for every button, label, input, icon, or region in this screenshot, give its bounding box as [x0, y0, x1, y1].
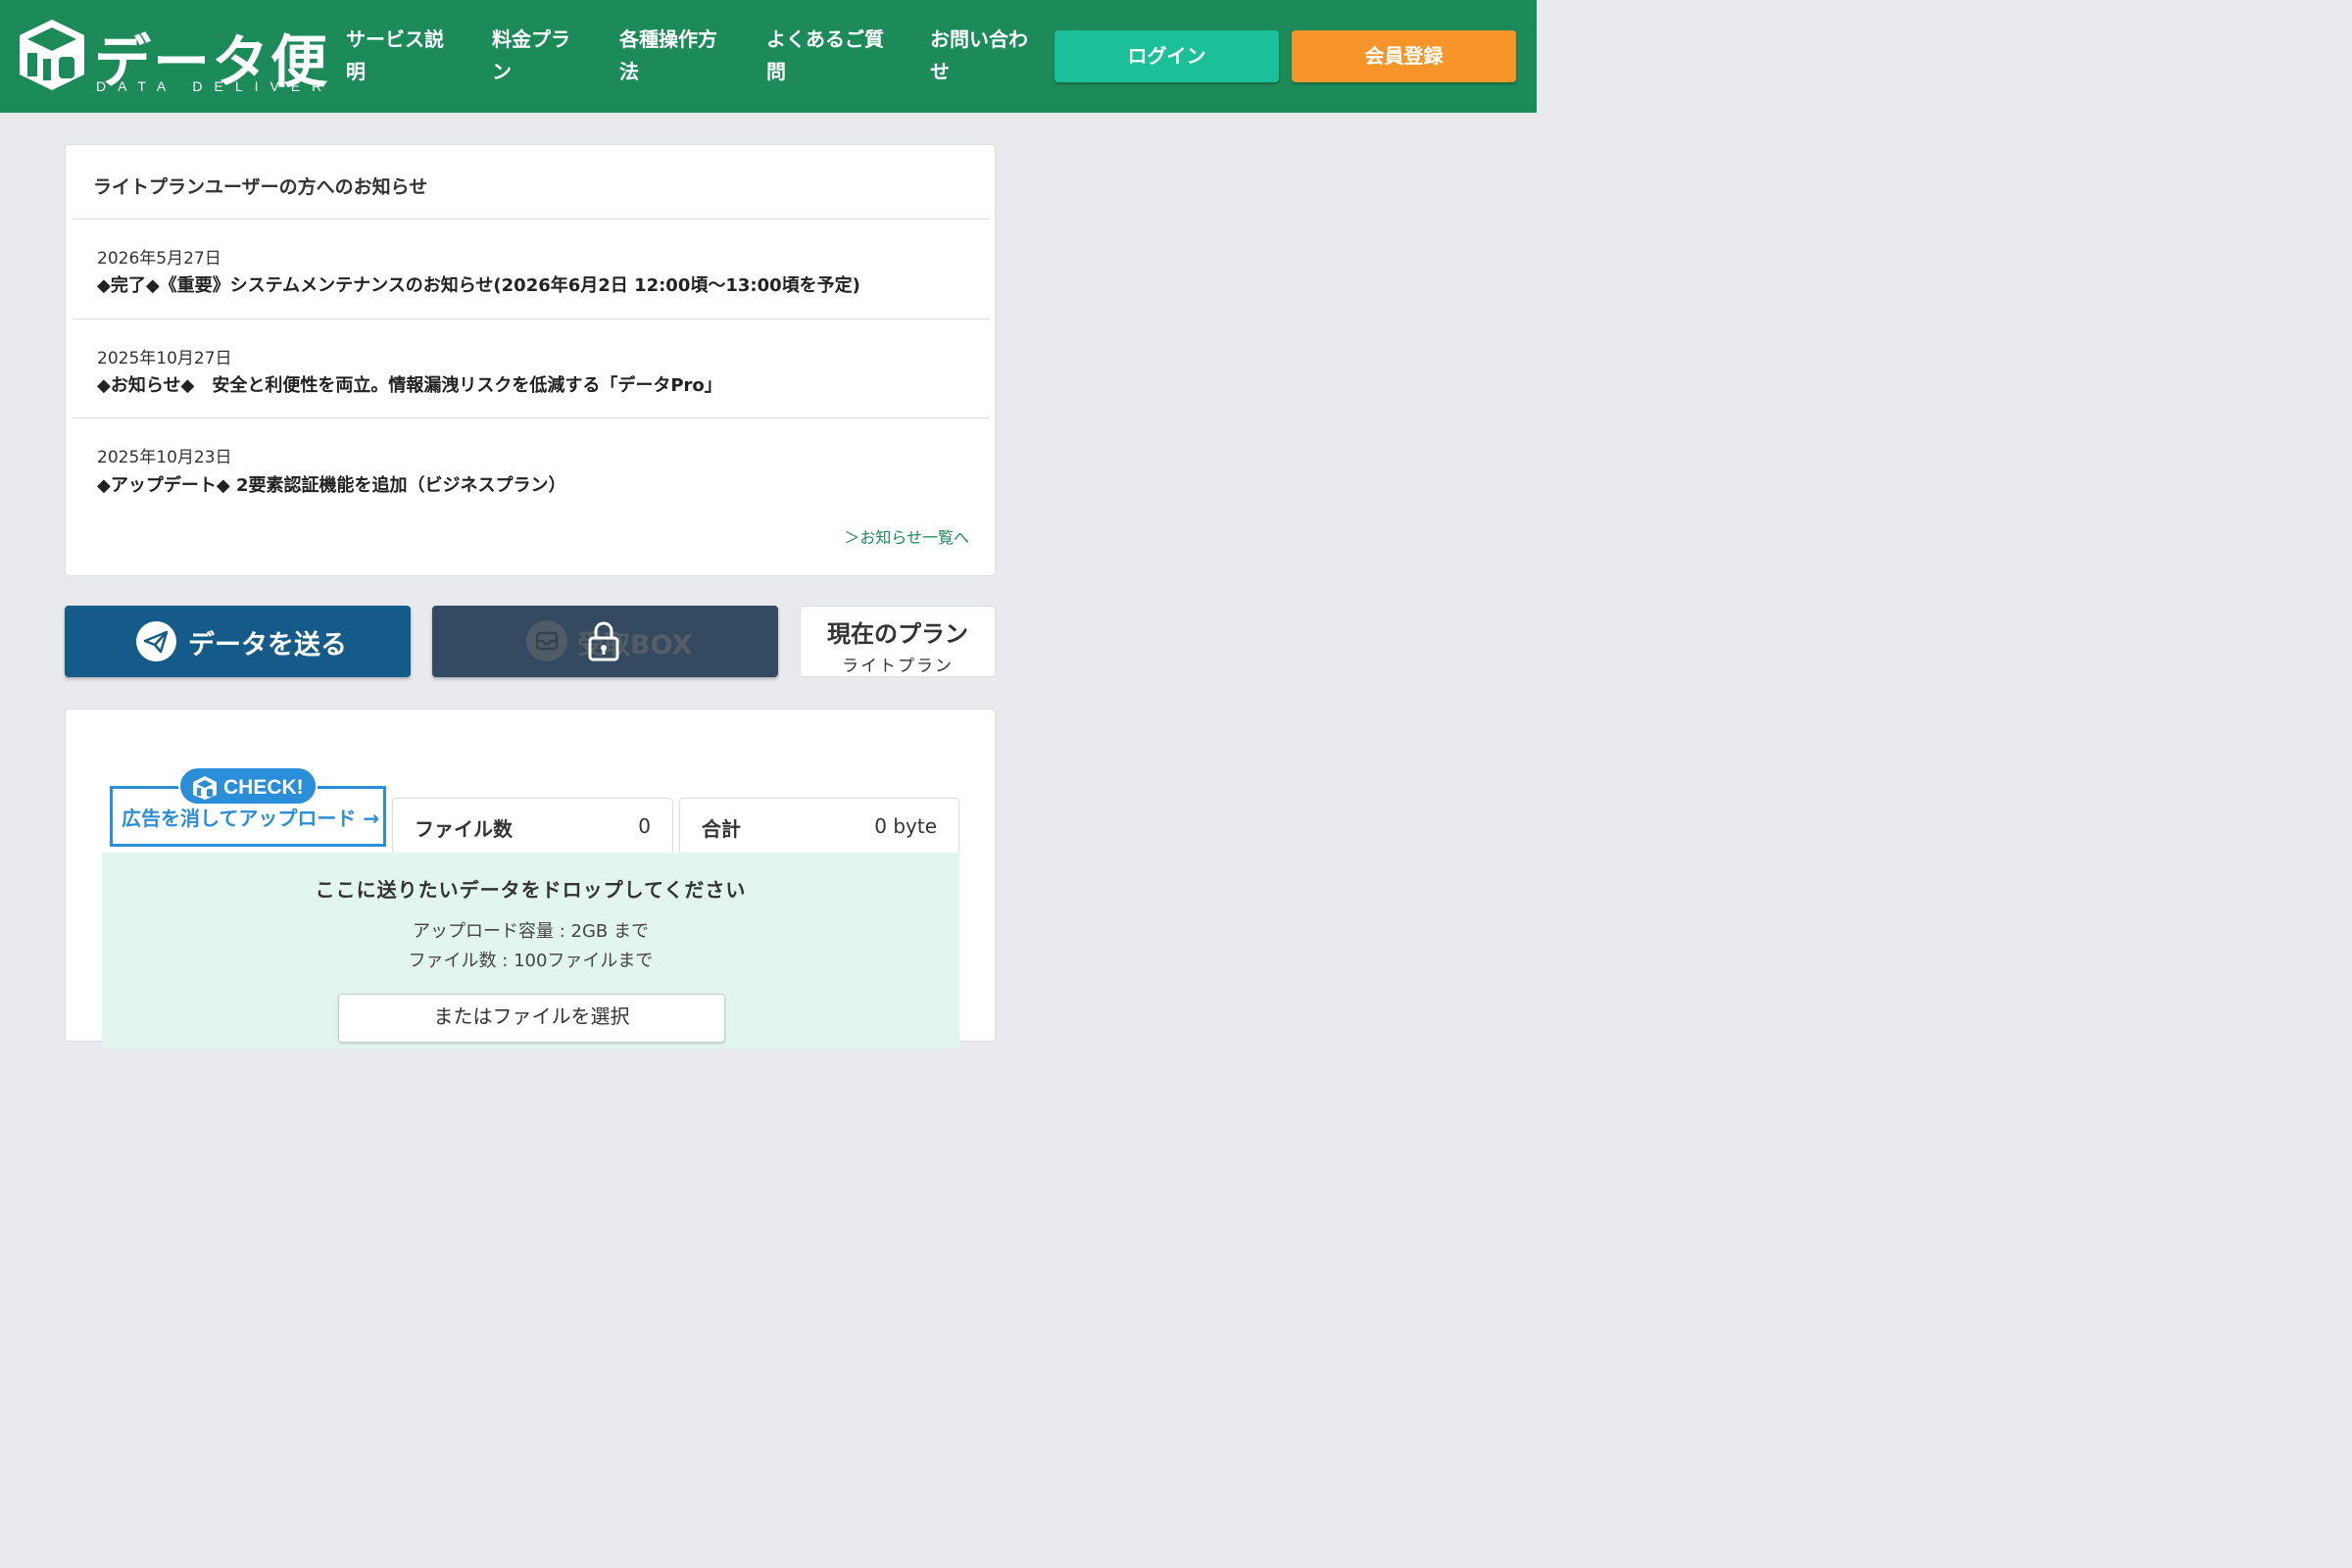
total-size-box: 合計 0 byte — [679, 798, 959, 857]
box-logo-icon — [20, 20, 84, 90]
upload-card: 広告を消してアップロード → CHECK! ファイル数 0 合計 0 byte … — [65, 709, 996, 1049]
receive-box-button[interactable]: 受取BOX — [432, 606, 778, 677]
news-date-3: 2025年10月23日 — [97, 448, 232, 467]
remove-ads-banner[interactable]: 広告を消してアップロード → CHECK! — [110, 766, 386, 847]
divider — [73, 219, 990, 220]
nav-howto[interactable]: 各種操作方 法 — [619, 24, 717, 88]
nav-faq[interactable]: よくあるご質 問 — [766, 24, 884, 88]
remove-ads-text: 広告を消してアップロード → — [122, 807, 380, 830]
current-plan-box: 現在のプラン ライトプラン — [800, 606, 996, 677]
news-date-2: 2025年10月27日 — [97, 349, 232, 368]
drop-zone-title: ここに送りたいデータをドロップしてください — [315, 878, 747, 902]
box-logo-icon — [193, 776, 217, 800]
news-item-3[interactable]: ◆アップデート◆ 2要素認証機能を追加（ビジネスプラン） — [97, 471, 565, 497]
select-file-button[interactable]: またはファイルを選択 — [338, 994, 725, 1043]
nav-service[interactable]: サービス説 明 — [346, 24, 444, 88]
nav-pricing[interactable]: 料金プラ ン — [492, 24, 570, 88]
news-list-link[interactable]: ＞お知らせ一覧へ — [844, 524, 969, 548]
nav-howto-line2: 法 — [619, 60, 639, 83]
file-count-box: ファイル数 0 — [392, 798, 673, 857]
logo-subtitle: DATA DELIVER — [96, 78, 334, 94]
check-badge: CHECK! — [178, 766, 318, 806]
send-data-button[interactable]: データを送る — [65, 606, 411, 677]
current-plan-title: 現在のプラン — [827, 620, 968, 648]
file-count-label: ファイル数 — [415, 817, 513, 841]
site-logo[interactable]: データ便 DATA DELIVER — [18, 18, 327, 96]
login-button[interactable]: ログイン — [1054, 30, 1279, 82]
nav-service-line1: サービス説 — [346, 27, 444, 51]
news-item-2[interactable]: ◆お知らせ◆ 安全と利便性を両立。情報漏洩リスクを低減する「データPro」 — [97, 371, 722, 397]
file-count-value: 0 — [638, 814, 651, 838]
upload-file-limit: ファイル数 : 100ファイルまで — [408, 951, 654, 971]
nav-service-line2: 明 — [346, 60, 366, 83]
check-badge-label: CHECK! — [223, 776, 304, 799]
total-size-value: 0 byte — [874, 814, 937, 838]
nav-contact[interactable]: お問い合わ せ — [930, 24, 1028, 88]
send-data-label: データを送る — [188, 630, 347, 661]
register-button[interactable]: 会員登録 — [1292, 30, 1516, 82]
nav-contact-line1: お問い合わ — [930, 27, 1028, 51]
nav-howto-line1: 各種操作方 — [619, 27, 717, 51]
divider — [73, 318, 990, 319]
total-size-label: 合計 — [702, 817, 741, 841]
nav-pricing-line1: 料金プラ — [492, 27, 570, 51]
news-item-1[interactable]: ◆完了◆《重要》システムメンテナンスのお知らせ(2026年6月2日 12:00頃… — [97, 271, 860, 297]
current-plan-name: ライトプラン — [842, 657, 954, 676]
inbox-icon — [526, 620, 567, 662]
nav-contact-line2: せ — [930, 60, 950, 83]
paper-plane-icon — [136, 621, 176, 662]
upload-size-limit: アップロード容量 : 2GB まで — [413, 921, 649, 942]
site-header: データ便 DATA DELIVER サービス説 明 料金プラ ン 各種操作方 法… — [0, 0, 1537, 113]
nav-faq-line2: 問 — [766, 60, 786, 83]
file-drop-zone[interactable]: ここに送りたいデータをドロップしてください アップロード容量 : 2GB まで … — [102, 853, 959, 1049]
lock-icon — [588, 621, 619, 662]
news-date-1: 2026年5月27日 — [97, 249, 221, 269]
nav-pricing-line2: ン — [492, 60, 512, 83]
news-title: ライトプランユーザーの方へのお知らせ — [93, 176, 428, 198]
nav-faq-line1: よくあるご質 — [766, 27, 884, 51]
news-card: ライトプランユーザーの方へのお知らせ 2026年5月27日 ◆完了◆《重要》シス… — [65, 144, 996, 576]
divider — [73, 417, 990, 418]
